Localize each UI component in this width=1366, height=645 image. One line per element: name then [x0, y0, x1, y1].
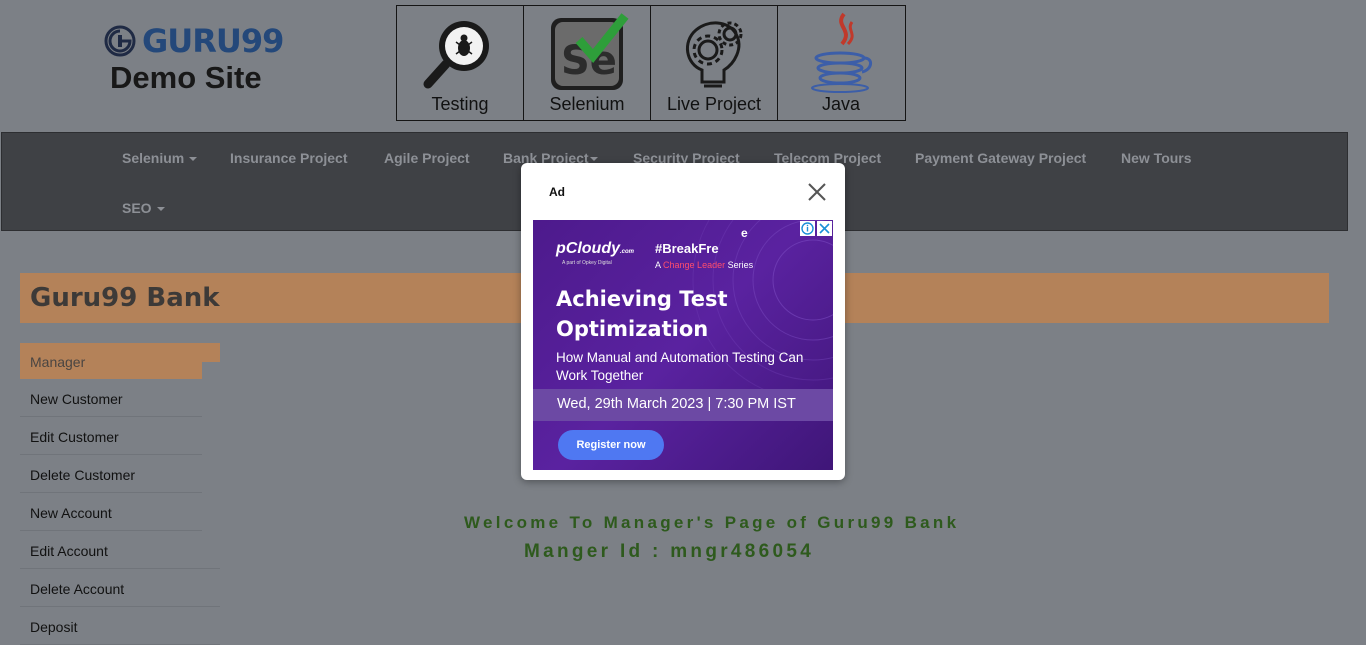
nav-selenium[interactable]: Selenium — [122, 150, 198, 166]
caret-down-icon — [189, 157, 198, 162]
sidebar-item-label: New Account — [30, 505, 112, 521]
ad-brand-sub: A part of Opkey Digital — [562, 260, 612, 266]
ad-subheadline: How Manual and Automation Testing Can Wo… — [556, 350, 804, 383]
ad-date: Wed, 29th March 2023 | 7:30 PM IST — [557, 396, 796, 412]
manager-id-text: Manger Id : mngr486054 — [524, 541, 815, 562]
lightbulb-gears-icon — [686, 21, 743, 88]
caret-down-icon — [589, 157, 598, 162]
sidebar-header-label: Manager — [30, 354, 86, 370]
ad-register-button[interactable]: Register now — [558, 430, 664, 460]
ad-brand: pCloudy.com — [556, 240, 635, 257]
nav-insurance-project[interactable]: Insurance Project — [230, 150, 348, 166]
ad-hashtag: #BreakFre — [655, 241, 719, 256]
magnifier-bug-icon — [423, 21, 489, 89]
sidebar-item-delete-customer[interactable]: Delete Customer — [20, 455, 202, 493]
page-title: Guru99 Bank — [30, 283, 220, 313]
nav-agile-project[interactable]: Agile Project — [384, 150, 470, 166]
sidebar-item-edit-account[interactable]: Edit Account — [20, 531, 220, 569]
site-title: Demo Site — [110, 60, 262, 95]
course-tiles: Testing Se Selenium Live Project Java — [396, 5, 906, 121]
tile-label: Testing — [431, 94, 489, 114]
sidebar-item-delete-account[interactable]: Delete Account — [20, 569, 220, 607]
tile-label: Java — [821, 94, 861, 114]
sidebar-header-notch — [202, 362, 220, 380]
ad-label: Ad — [549, 185, 565, 199]
sidebar-header-manager[interactable]: Manager — [20, 343, 220, 380]
welcome-message: Welcome To Manager's Page of Guru99 Bank — [464, 513, 960, 532]
tile-label: Live Project — [666, 94, 762, 114]
sidebar-item-new-customer[interactable]: New Customer — [20, 379, 202, 417]
caret-down-icon — [156, 207, 165, 212]
nav-payment-gateway-project[interactable]: Payment Gateway Project — [915, 150, 1086, 166]
nav-new-tours[interactable]: New Tours — [1121, 150, 1192, 166]
sidebar-item-label: Deposit — [30, 619, 78, 635]
ad-series: A Change Leader Series — [655, 260, 754, 270]
ad-close-icon[interactable] — [817, 221, 832, 236]
nav-seo[interactable]: SEO — [122, 200, 165, 216]
ad-headline: Achieving Test Optimization — [556, 287, 728, 341]
guru99-logo-icon — [104, 25, 136, 57]
guru99-logo[interactable]: GURU99 — [104, 22, 284, 60]
sidebar-item-label: Delete Account — [30, 581, 125, 597]
tile-java[interactable]: Java — [778, 6, 904, 120]
tile-testing[interactable]: Testing — [397, 6, 524, 120]
ad-banner[interactable]: pCloudy.com A part of Opkey Digital #Bre… — [533, 220, 833, 470]
ad-hashtag-tail: e — [741, 226, 748, 240]
sidebar-item-new-account[interactable]: New Account — [20, 493, 202, 531]
tile-selenium[interactable]: Se Selenium — [524, 6, 651, 120]
sidebar-item-label: New Customer — [30, 391, 123, 407]
ad-info-icon[interactable] — [800, 221, 815, 236]
tile-live-project[interactable]: Live Project — [651, 6, 778, 120]
tile-label: Selenium — [549, 94, 625, 114]
sidebar-item-label: Edit Account — [30, 543, 108, 559]
sidebar-item-label: Edit Customer — [30, 429, 119, 445]
sidebar-item-edit-customer[interactable]: Edit Customer — [20, 417, 202, 455]
manager-sidebar: Manager New Customer Edit Customer Delet… — [20, 343, 220, 645]
ad-date-bar: Wed, 29th March 2023 | 7:30 PM IST — [533, 389, 833, 421]
close-icon[interactable] — [806, 181, 828, 203]
sidebar-item-label: Delete Customer — [30, 467, 136, 483]
selenium-check-icon: Se — [551, 13, 629, 90]
logo-text: GURU99 — [142, 22, 284, 60]
java-cup-icon — [811, 12, 872, 93]
ad-modal: Ad pCloudy.com A part of Opkey Digital #… — [521, 163, 845, 480]
sidebar-item-deposit[interactable]: Deposit — [20, 607, 220, 645]
